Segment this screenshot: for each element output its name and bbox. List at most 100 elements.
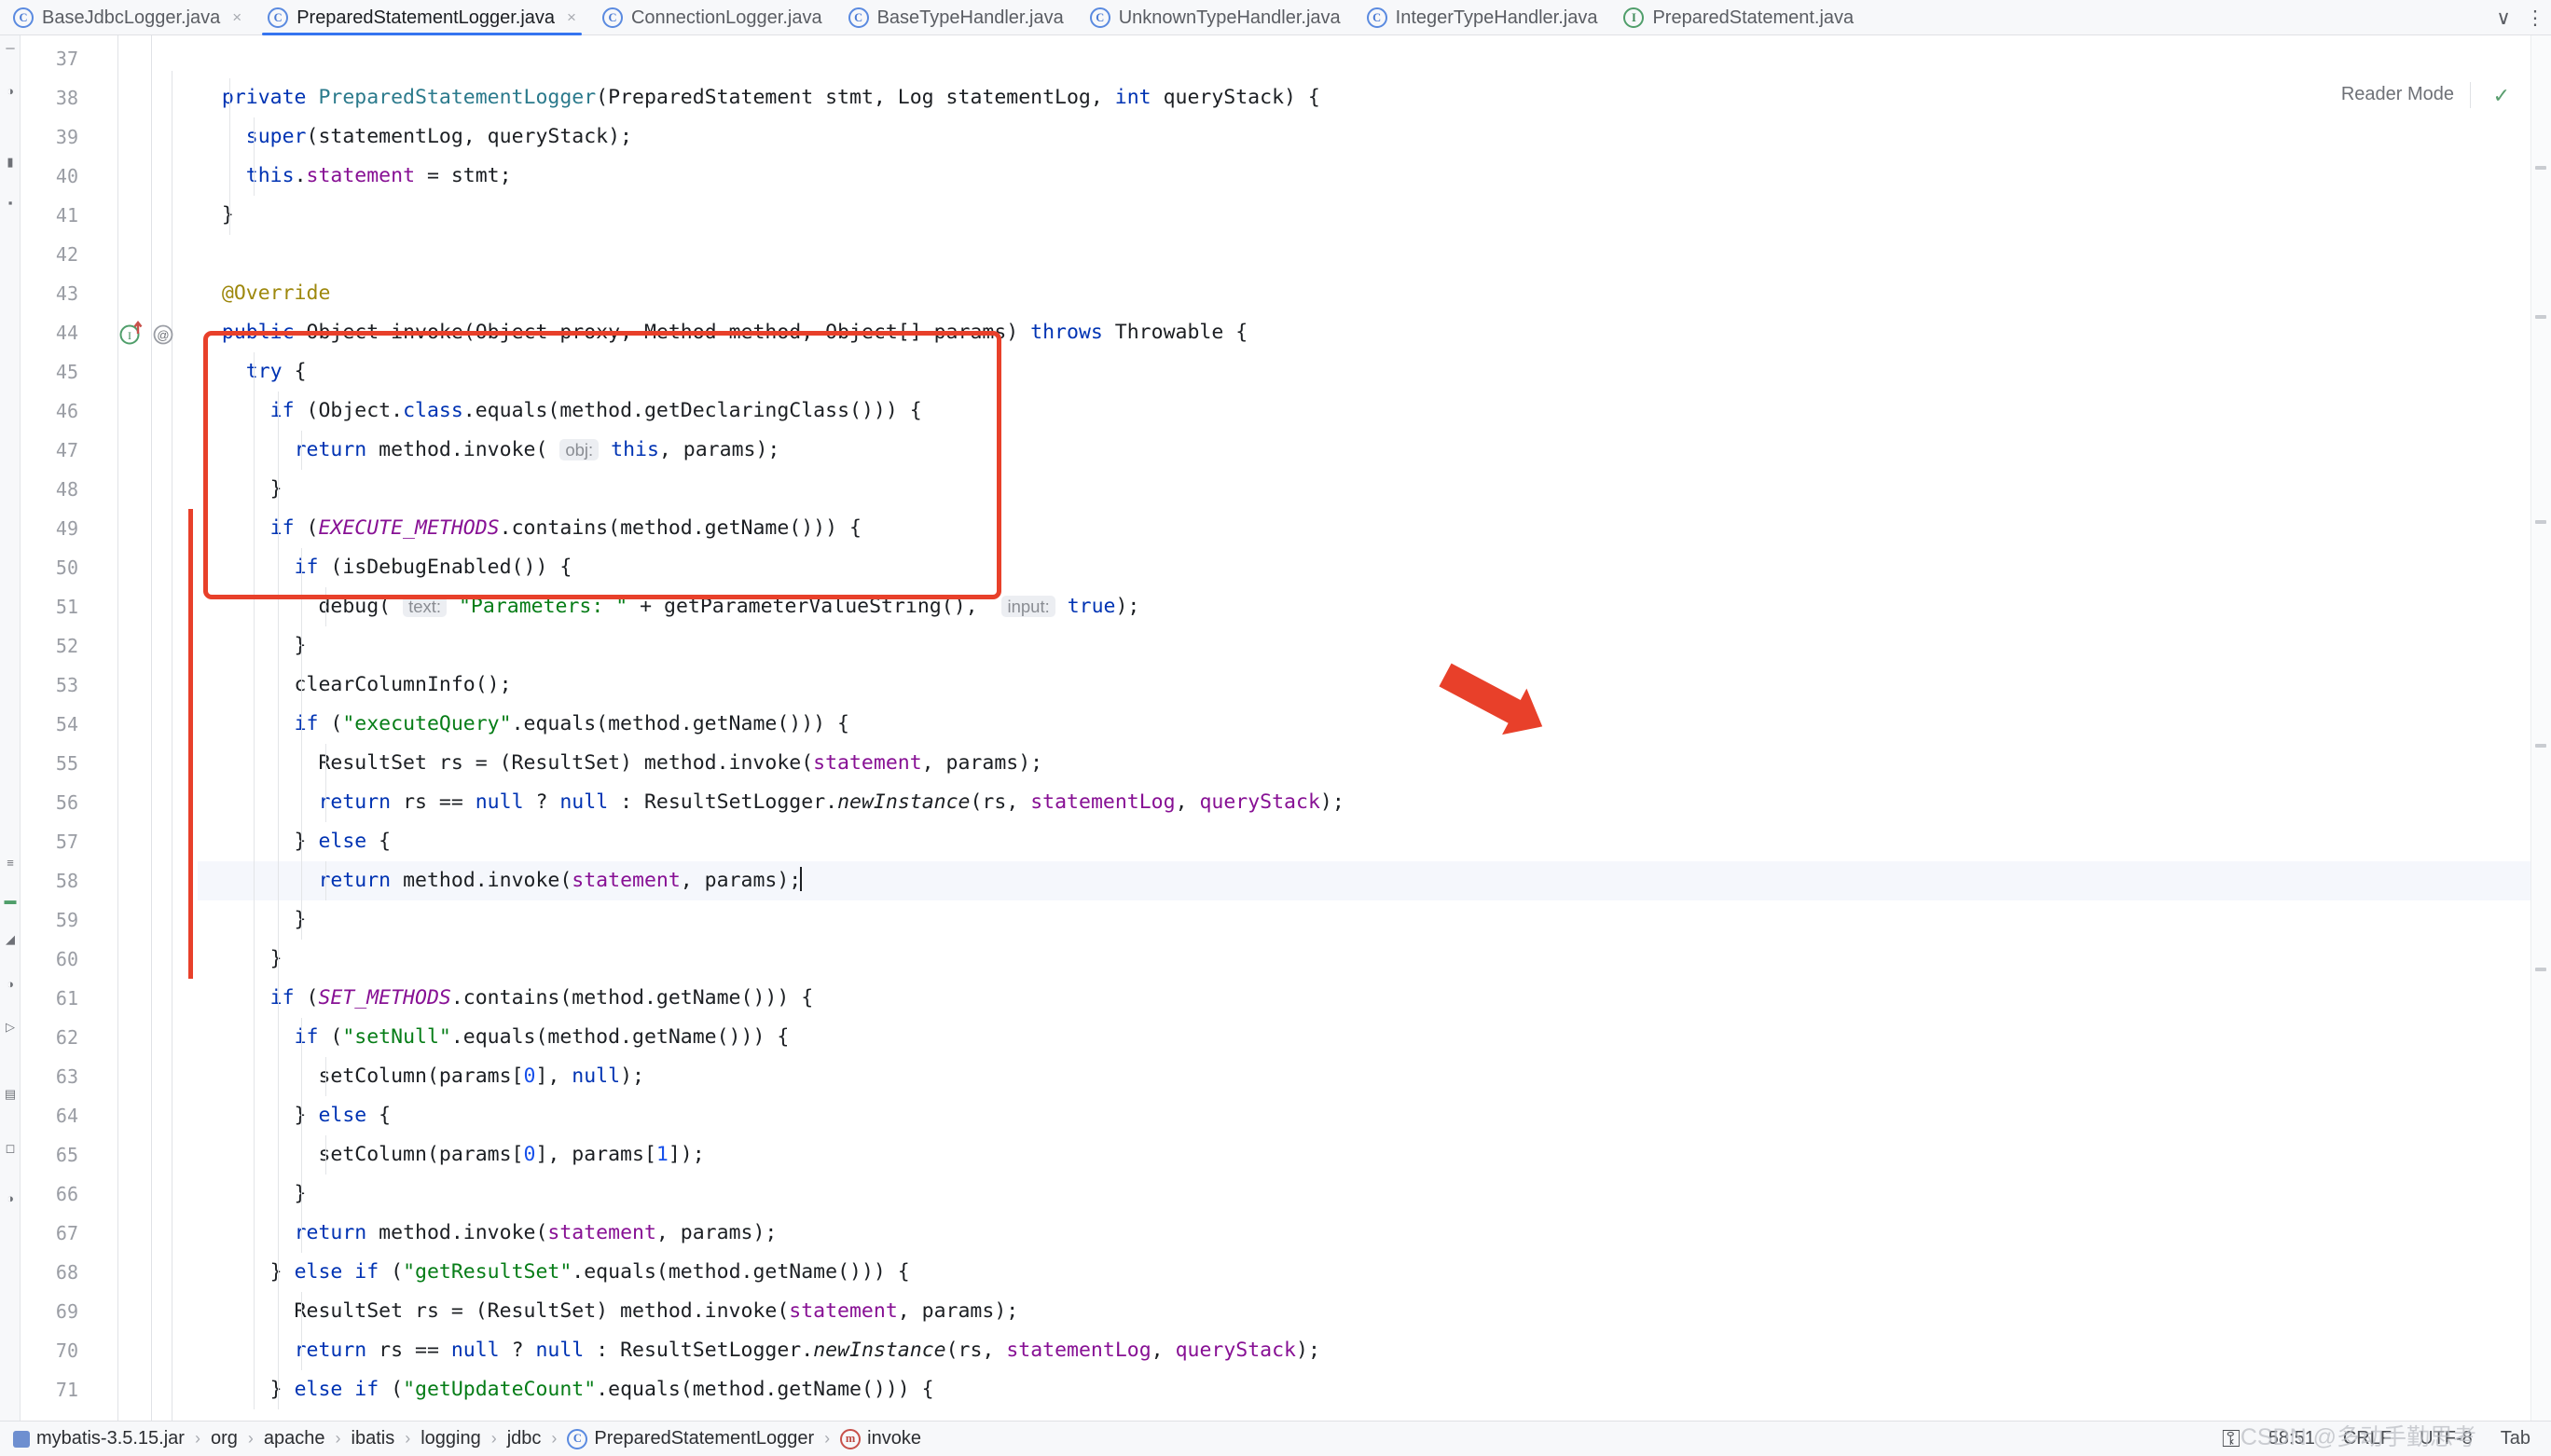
line-number: 45 [55, 361, 78, 383]
code-token: ); [620, 1065, 644, 1088]
code-editor[interactable]: 37 38 39 40 41 42 43 44 45 46 47 48 49 50 51 52 53 54 55 56… [21, 35, 2551, 1421]
code-token: if [269, 516, 295, 540]
code-token: queryStack) { [1151, 86, 1320, 109]
tool-strip-icon-commit[interactable]: ◑ [3, 84, 18, 99]
vcs-change-marker[interactable] [188, 509, 193, 979]
tool-strip-icon-services[interactable]: ◑ [3, 977, 18, 992]
code-token: invoke [391, 321, 463, 344]
code-line[interactable] [198, 235, 2551, 274]
code-line[interactable]: return rs == null ? null : ResultSetLogg… [198, 783, 2551, 822]
annotation-gutter-icon[interactable]: @ [151, 321, 175, 347]
editor-tab-preparedstatement[interactable]: I PreparedStatement.java [1610, 0, 1867, 35]
inspection-mark[interactable] [2535, 520, 2546, 524]
code-line[interactable]: ResultSet rs = (ResultSet) method.invoke… [198, 1292, 2551, 1331]
tool-strip-icon-structure[interactable]: ▮ [3, 155, 18, 170]
more-options-icon[interactable]: ⋮ [2519, 0, 2551, 35]
code-line[interactable]: if (SET_METHODS.contains(method.getName(… [198, 979, 2551, 1018]
inspection-ok-icon[interactable]: ✓ [2493, 84, 2510, 108]
tool-strip-icon-run[interactable]: ▬ [3, 893, 18, 908]
code-line[interactable]: } [198, 1174, 2551, 1214]
indent-setting[interactable]: Tab [2501, 1428, 2530, 1449]
breadcrumb-item-preparedstatementlogger[interactable]: C PreparedStatementLogger [565, 1428, 816, 1449]
code-line[interactable]: setColumn(params[0], null); [198, 1057, 2551, 1096]
code-token: "Parameters: " [458, 595, 628, 618]
code-line[interactable]: } else { [198, 822, 2551, 861]
code-token: newInstance [813, 1339, 946, 1362]
reader-mode-label[interactable]: Reader Mode [2341, 84, 2454, 105]
close-icon[interactable]: × [567, 8, 576, 27]
svg-text:I: I [128, 329, 131, 342]
editor-tab-integertypehandler[interactable]: C IntegerTypeHandler.java [1354, 0, 1611, 35]
code-line[interactable]: if (isDebugEnabled()) { [198, 548, 2551, 587]
breadcrumb-item-mybatis-3-5-15-jar[interactable]: mybatis-3.5.15.jar [11, 1428, 186, 1449]
close-icon[interactable]: × [232, 8, 241, 27]
code-line[interactable]: } [198, 900, 2551, 940]
breadcrumb-separator: › [405, 1429, 411, 1448]
code-line[interactable]: if (Object.class.equals(method.getDeclar… [198, 391, 2551, 431]
code-line[interactable]: } [198, 940, 2551, 979]
chevron-down-icon[interactable]: ∨ [2488, 0, 2519, 35]
breadcrumb-item-org[interactable]: org [209, 1428, 240, 1449]
parameter-hint: obj: [559, 439, 600, 460]
code-line[interactable]: debug( text: "Parameters: " + getParamet… [198, 587, 2551, 626]
breadcrumb-item-jdbc[interactable]: jdbc [505, 1428, 544, 1449]
override-method-icon[interactable]: I [119, 321, 147, 347]
code-line[interactable]: @Override [198, 274, 2551, 313]
breadcrumb-label: PreparedStatementLogger [594, 1428, 815, 1449]
code-line[interactable]: this.statement = stmt; [198, 157, 2551, 196]
code-line[interactable]: } else if ("getResultSet".equals(method.… [198, 1253, 2551, 1292]
tool-strip-icon-project[interactable]: ─ [3, 41, 18, 56]
tool-strip-icon-problems[interactable]: ▤ [3, 1087, 18, 1102]
line-number: 68 [55, 1261, 78, 1284]
code-line[interactable]: } [198, 196, 2551, 235]
inspection-mark[interactable] [2535, 166, 2546, 170]
class-icon: C [13, 7, 34, 28]
breadcrumb[interactable]: mybatis-3.5.15.jar › org › apache › ibatis › log… [0, 1428, 923, 1449]
tool-strip-icon-database[interactable]: ◻ [3, 1141, 18, 1156]
code-line[interactable]: if (EXECUTE_METHODS.contains(method.getN… [198, 509, 2551, 548]
code-line[interactable] [198, 39, 2551, 78]
breadcrumb-item-invoke[interactable]: m invoke [838, 1428, 923, 1449]
tool-strip-icon-notifications[interactable]: ◑ [3, 1191, 18, 1206]
code-line[interactable]: } [198, 470, 2551, 509]
editor-tab-basetypehandler[interactable]: C BaseTypeHandler.java [835, 0, 1077, 35]
code-line[interactable]: return method.invoke(statement, params); [198, 861, 2551, 900]
editor-tab-unknowntypehandler[interactable]: C UnknownTypeHandler.java [1077, 0, 1354, 35]
inspection-mark[interactable] [2535, 315, 2546, 319]
code-line[interactable]: } else if ("getUpdateCount".equals(metho… [198, 1370, 2551, 1409]
code-token: "getResultSet" [403, 1260, 572, 1284]
code-line[interactable]: ResultSet rs = (ResultSet) method.invoke… [198, 744, 2551, 783]
editor-tab-basejdbclogger[interactable]: C BaseJdbcLogger.java × [0, 0, 255, 35]
code-token: { [366, 1104, 392, 1127]
code-line[interactable]: public Object invoke(Object proxy, Metho… [198, 313, 2551, 352]
code-line[interactable]: } else { [198, 1096, 2551, 1135]
code-line[interactable]: if ("setNull".equals(method.getName())) … [198, 1018, 2551, 1057]
breadcrumb-separator: › [194, 1429, 200, 1448]
tool-strip-icon-bookmarks[interactable]: ▪ [3, 196, 18, 211]
code-line[interactable]: return rs == null ? null : ResultSetLogg… [198, 1331, 2551, 1370]
inspection-mark[interactable] [2535, 744, 2546, 748]
editor-tab-preparedstatementlogger[interactable]: C PreparedStatementLogger.java × [255, 0, 589, 35]
breadcrumb-item-apache[interactable]: apache [262, 1428, 327, 1449]
left-tool-window-strip[interactable]: ─ ◑ ▮ ▪ ≡ ▬ ◢ ◑ ▷ ▤ ◻ ◑ [0, 35, 21, 1421]
code-line[interactable]: private PreparedStatementLogger(Prepared… [198, 78, 2551, 117]
tool-strip-icon-debug[interactable]: ◢ [3, 932, 18, 947]
tool-strip-icon-terminal[interactable]: ≡ [3, 856, 18, 871]
code-line[interactable]: try { [198, 352, 2551, 391]
code-line[interactable]: return method.invoke( obj: this, params)… [198, 431, 2551, 470]
editor-tab-connectionlogger[interactable]: C ConnectionLogger.java [589, 0, 835, 35]
inspection-mark[interactable] [2535, 968, 2546, 971]
code-line[interactable]: setColumn(params[0], params[1]); [198, 1135, 2551, 1174]
parameter-hint: input: [1001, 596, 1055, 617]
code-line[interactable]: super(statementLog, queryStack); [198, 117, 2551, 157]
tool-strip-icon-build[interactable]: ▷ [3, 1020, 18, 1035]
code-token: ( [379, 1260, 404, 1284]
editor-gutter[interactable]: 37 38 39 40 41 42 43 44 45 46 47 48 49 50 51 52 53 54 55 56… [21, 35, 198, 1421]
breadcrumb-item-logging[interactable]: logging [419, 1428, 483, 1449]
code-line[interactable]: return method.invoke(statement, params); [198, 1214, 2551, 1253]
inspection-scroll-gutter[interactable] [2530, 35, 2551, 1421]
code-token: return [294, 438, 367, 461]
read-only-icon[interactable]: ⚿ [2222, 1424, 2241, 1454]
breadcrumb-item-ibatis[interactable]: ibatis [350, 1428, 397, 1449]
